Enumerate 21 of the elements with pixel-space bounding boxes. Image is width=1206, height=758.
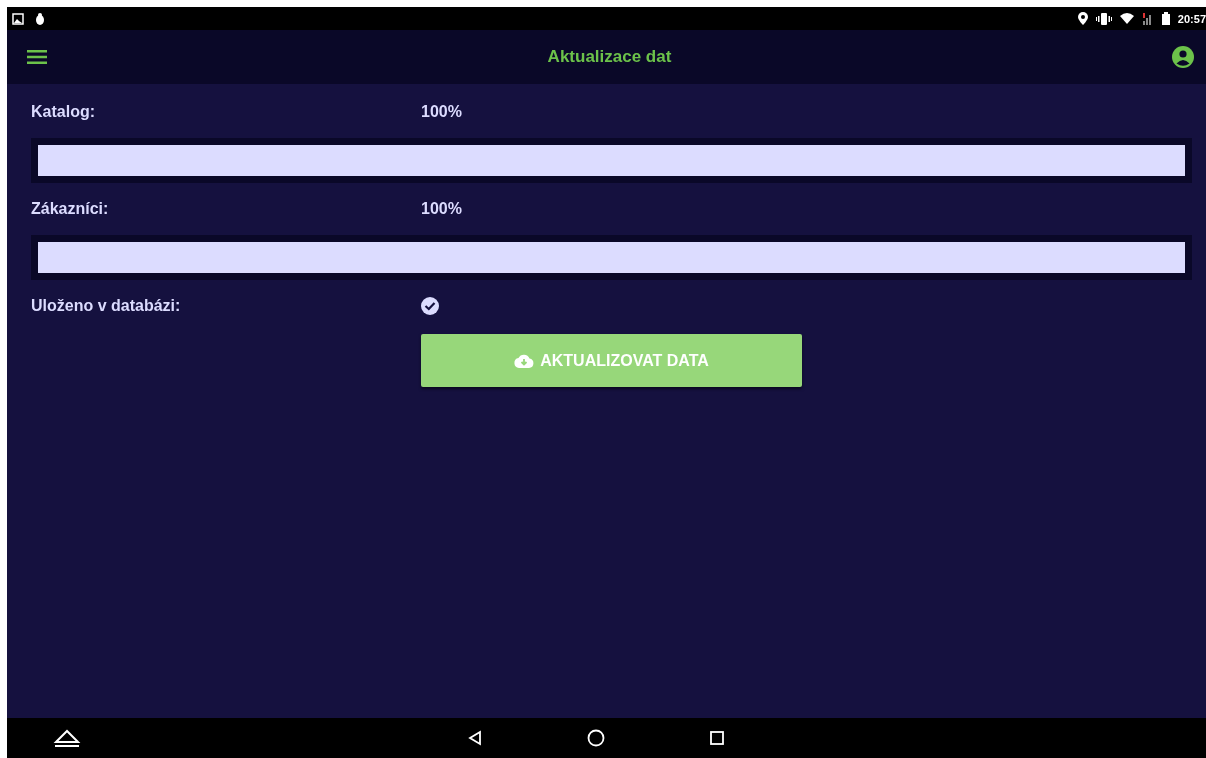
update-data-button[interactable]: AKTUALIZOVAT DATA	[421, 334, 802, 387]
wifi-icon	[1119, 13, 1134, 24]
back-icon[interactable]	[467, 730, 483, 746]
clock-time: 20:57	[1177, 12, 1206, 25]
signal-icon	[1141, 12, 1154, 25]
progress-label: Zákazníci:	[31, 200, 110, 218]
eject-icon[interactable]	[52, 728, 82, 748]
location-icon	[1077, 12, 1088, 25]
menu-icon[interactable]	[27, 50, 47, 64]
recents-icon[interactable]	[709, 730, 725, 746]
saved-label: Uloženo v databázi:	[31, 297, 182, 315]
progress-label: Katalog:	[31, 103, 96, 121]
home-icon[interactable]	[587, 729, 605, 747]
battery-icon	[1161, 12, 1170, 25]
progress-percent: 100%	[421, 200, 462, 218]
account-icon[interactable]	[1172, 46, 1194, 68]
screen-title: Aktualizace dat	[547, 47, 672, 67]
cloud-download-icon	[514, 353, 535, 368]
vibrate-icon	[1095, 12, 1112, 25]
progress-percent: 100%	[421, 103, 462, 121]
image-icon	[12, 12, 24, 25]
